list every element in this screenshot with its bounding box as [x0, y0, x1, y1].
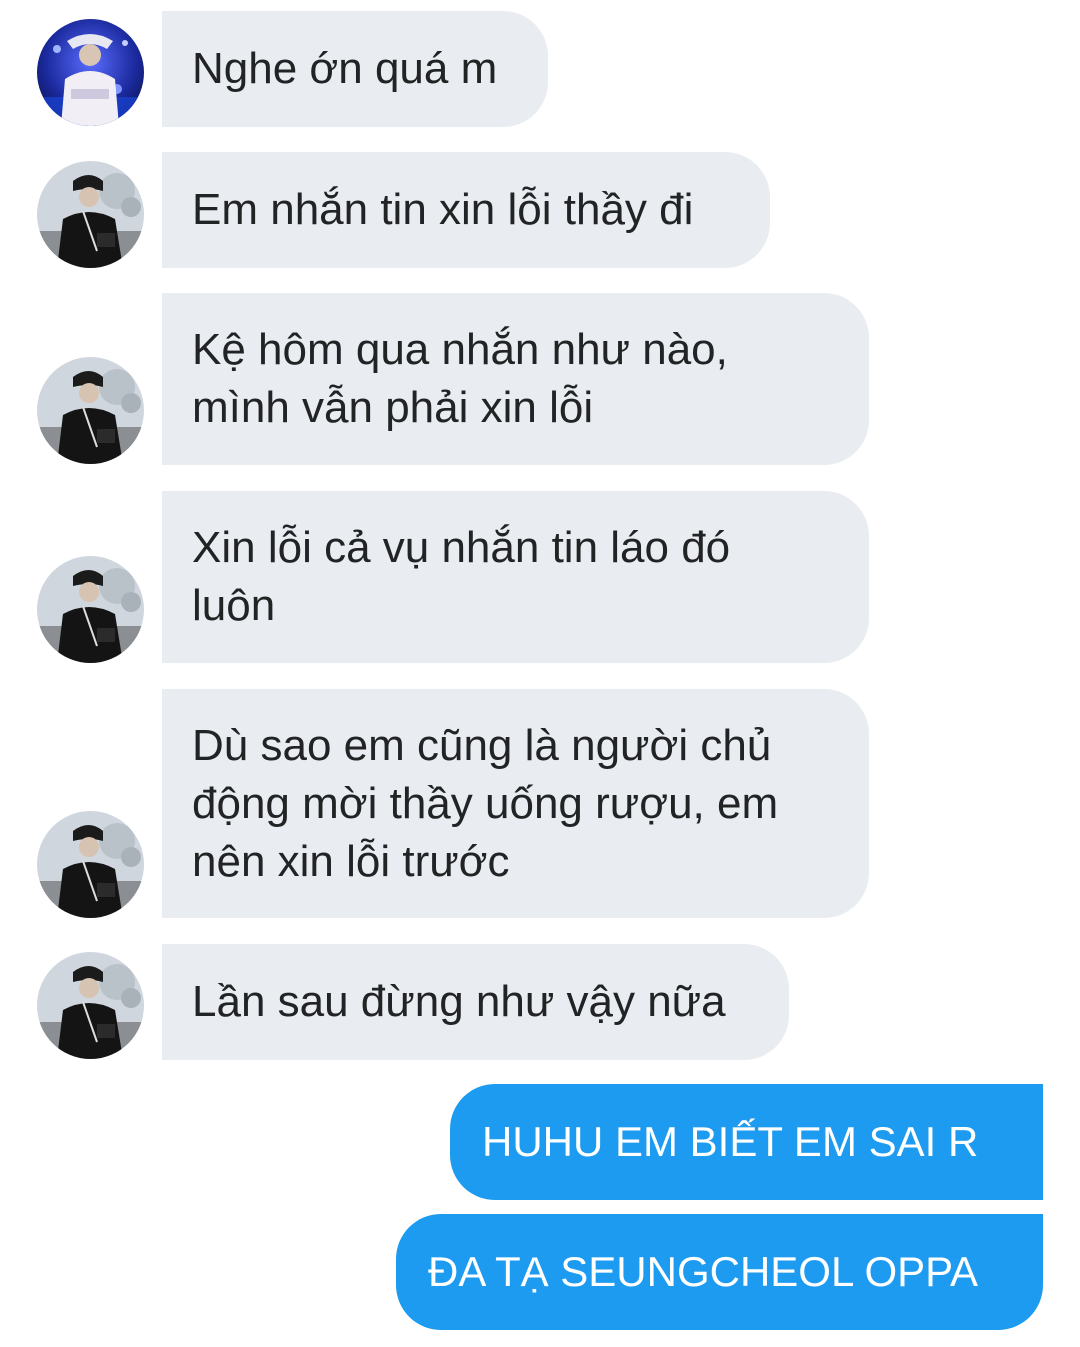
message-text: Dù sao em cũng là người chủ động mời thầ…: [192, 720, 779, 886]
message-text: Em nhắn tin xin lỗi thầy đi: [192, 185, 694, 234]
message-text: Kệ hôm qua nhắn như nào, mình vẫn phải x…: [192, 325, 728, 432]
outgoing-message-bubble[interactable]: HUHU EM BIẾT EM SAI R: [450, 1084, 1043, 1200]
message-text: ĐA TẠ SEUNGCHEOL OPPA: [428, 1248, 979, 1295]
avatar-icon[interactable]: [37, 556, 144, 663]
incoming-message-bubble[interactable]: Nghe ớn quá m: [162, 11, 548, 127]
avatar-icon[interactable]: [37, 952, 144, 1059]
incoming-message-bubble[interactable]: Xin lỗi cả vụ nhắn tin láo đó luôn: [162, 491, 869, 663]
incoming-message-bubble[interactable]: Kệ hôm qua nhắn như nào, mình vẫn phải x…: [162, 293, 869, 465]
avatar-icon[interactable]: [37, 811, 144, 918]
avatar-icon[interactable]: [37, 357, 144, 464]
message-text: Nghe ớn quá m: [192, 44, 498, 93]
message-text: Lần sau đừng như vậy nữa: [192, 977, 726, 1026]
message-text: HUHU EM BIẾT EM SAI R: [482, 1118, 979, 1165]
avatar-icon[interactable]: [37, 161, 144, 268]
incoming-message-bubble[interactable]: Lần sau đừng như vậy nữa: [162, 944, 789, 1060]
incoming-message-bubble[interactable]: Em nhắn tin xin lỗi thầy đi: [162, 152, 770, 268]
avatar-icon[interactable]: [37, 19, 144, 126]
outgoing-message-bubble[interactable]: ĐA TẠ SEUNGCHEOL OPPA: [396, 1214, 1043, 1330]
incoming-message-bubble[interactable]: Dù sao em cũng là người chủ động mời thầ…: [162, 689, 869, 918]
message-text: Xin lỗi cả vụ nhắn tin láo đó luôn: [192, 523, 731, 630]
